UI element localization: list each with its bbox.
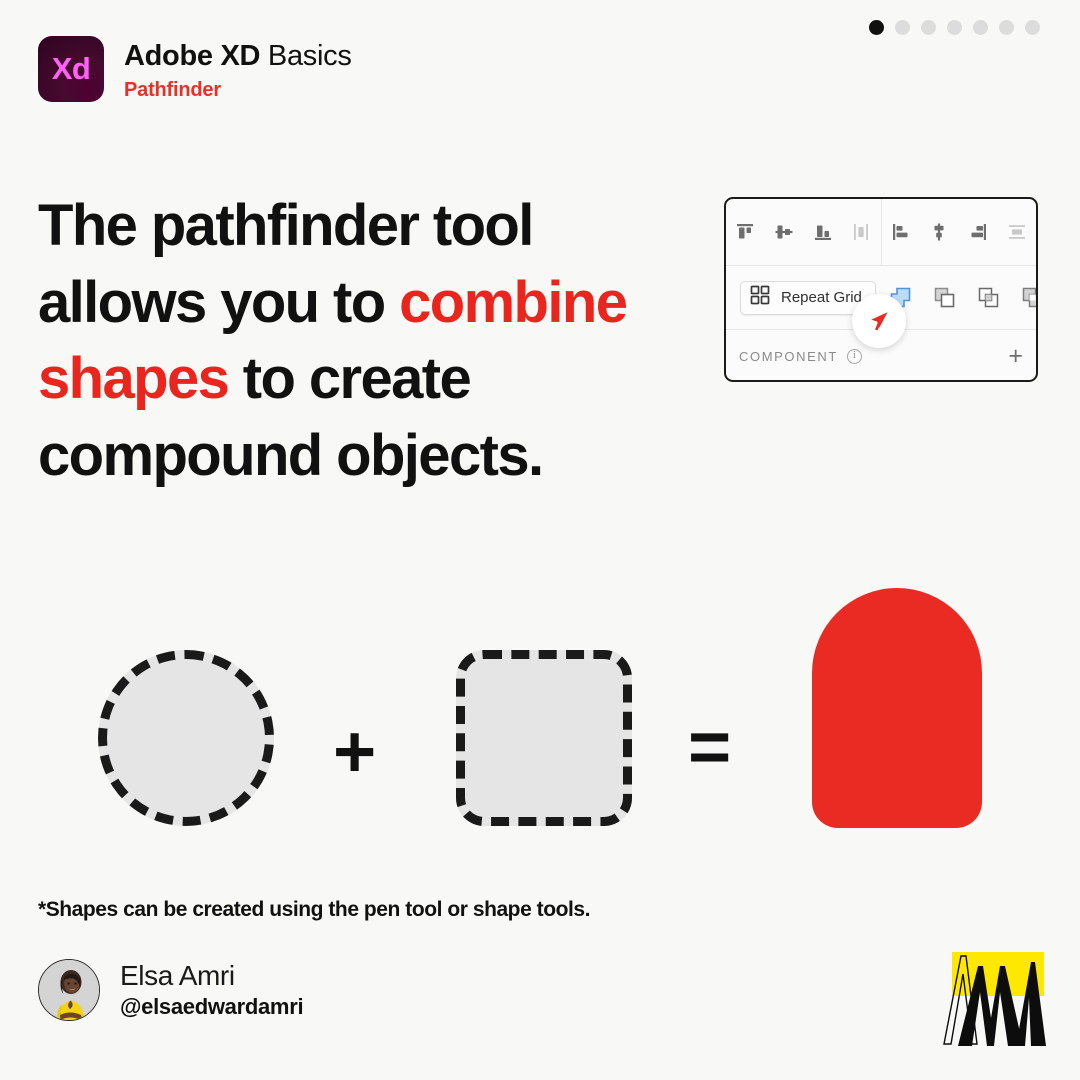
author-name: Elsa Amri [120,960,235,991]
pagination-dot-5[interactable] [973,20,988,35]
grid-icon [750,285,770,310]
add-component-button[interactable]: + [1008,343,1023,369]
horizontal-align-group [882,199,1037,265]
result-compound-shape [812,588,982,828]
pagination-dot-2[interactable] [895,20,910,35]
operand-circle-shape [98,650,274,826]
align-middle-vertical-icon[interactable] [769,217,799,247]
page-title-strong: Adobe XD [124,40,261,72]
operator-plus: + [333,710,377,793]
pagination-dot-3[interactable] [921,20,936,35]
repeat-grid-button-label: Repeat Grid [781,289,862,306]
footnote-text: *Shapes can be created using the pen too… [38,898,590,921]
pagination-dots[interactable] [869,20,1040,35]
xd-properties-panel: Repeat Grid COMPONENT i + [724,197,1038,382]
author-handle: @elsaedwardamri [120,994,304,1019]
header: Xd Adobe XD Basics Pathfinder [38,36,352,102]
alignment-toolbar-row [726,199,1036,266]
pathfinder-exclude-overlap-icon[interactable] [1018,283,1036,313]
cursor-arrow-icon [871,312,888,331]
align-right-icon[interactable] [963,217,993,247]
headline: The pathfinder tool allows you to combin… [38,188,678,494]
header-text-group: Adobe XD Basics Pathfinder [124,36,352,102]
adobe-xd-app-icon-label: Xd [51,51,91,86]
pagination-dot-6[interactable] [999,20,1014,35]
align-center-horizontal-icon[interactable] [924,217,954,247]
pathfinder-subtract-icon[interactable] [930,283,960,313]
avatar [38,958,100,1021]
page-title: Adobe XD Basics [124,40,352,73]
author-text-group: Elsa Amri @elsaedwardamri [120,958,304,1022]
pagination-dot-4[interactable] [947,20,962,35]
align-left-icon[interactable] [886,217,916,247]
distribute-horizontal-icon[interactable] [1002,217,1032,247]
align-top-icon[interactable] [730,217,760,247]
component-section-label: COMPONENT [739,348,838,364]
am-monogram-logo [930,948,1050,1048]
repeat-grid-and-pathfinder-row: Repeat Grid [726,266,1036,348]
info-icon[interactable]: i [846,348,862,364]
adobe-xd-app-icon: Xd [38,36,104,102]
pathfinder-intersect-icon[interactable] [974,283,1004,313]
mouse-cursor-badge [852,294,906,348]
pathfinder-operations-group [886,283,1036,313]
page-title-light: Basics [260,40,352,72]
distribute-vertical-icon[interactable] [846,217,876,247]
shapes-demo: + = [38,565,1038,865]
vertical-align-group [726,199,882,265]
page-subtitle: Pathfinder [124,79,221,102]
operand-rounded-square-shape [456,650,632,826]
slide-canvas: Xd Adobe XD Basics Pathfinder The pathfi… [0,0,1080,1080]
pagination-dot-7[interactable] [1025,20,1040,35]
operator-equals: = [688,705,732,788]
pagination-dot-1[interactable] [869,20,884,35]
author-footer: Elsa Amri @elsaedwardamri [38,958,304,1022]
align-bottom-icon[interactable] [808,217,838,247]
